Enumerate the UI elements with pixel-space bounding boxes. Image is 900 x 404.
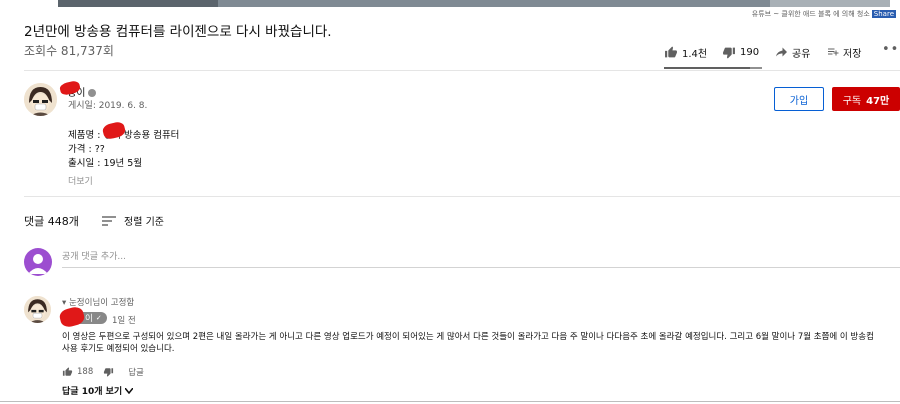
thumbs-up-icon bbox=[665, 46, 677, 57]
pinned-label: 눈정이님이 고정함 bbox=[68, 298, 135, 308]
watermark-share-badge: Share bbox=[871, 10, 896, 18]
channel-avatar-icon bbox=[24, 83, 57, 116]
user-silhouette-icon bbox=[28, 254, 48, 274]
like-count: 1.4천 bbox=[682, 48, 708, 60]
comment-text: 이 영상은 두편으로 구성되어 있으며 2편은 내일 올라가는 게 아니고 다른… bbox=[62, 332, 874, 354]
share-button[interactable]: 공유 bbox=[775, 44, 810, 60]
reply-button[interactable]: 답글 bbox=[128, 366, 144, 378]
divider bbox=[24, 70, 900, 71]
share-label: 공유 bbox=[792, 48, 811, 60]
thumbs-down-icon[interactable] bbox=[103, 367, 114, 377]
playlist-add-icon bbox=[828, 48, 839, 56]
comment-author-name: 이 bbox=[85, 314, 93, 324]
show-more-link[interactable]: 더보기 bbox=[68, 174, 93, 187]
view-replies-label: 답글 10개 보기 bbox=[62, 387, 123, 397]
subscribe-label: 구독 bbox=[842, 95, 862, 107]
thumbs-down-icon bbox=[723, 47, 735, 58]
pinned-indicator: ▾ 눈정이님이 고정함 bbox=[62, 296, 134, 308]
watermark-text: 유튜브 ~ 클위한 애드 블록 에 의해 청소 bbox=[751, 10, 870, 18]
description-line: 가격 : ?? bbox=[68, 144, 105, 155]
sort-icon bbox=[102, 215, 116, 226]
comment-like-count: 188 bbox=[77, 367, 94, 377]
view-count: 조회수 81,737회 bbox=[24, 44, 114, 58]
view-replies-button[interactable]: 답글 10개 보기 bbox=[62, 384, 134, 397]
verified-check-icon: ✓ bbox=[95, 314, 102, 322]
bottom-edge bbox=[0, 401, 900, 402]
sort-label: 정렬 기준 bbox=[124, 217, 164, 228]
share-arrow-icon bbox=[776, 47, 787, 57]
redaction-mark bbox=[58, 305, 86, 329]
user-avatar bbox=[24, 248, 52, 276]
comment-time[interactable]: 1일 전 bbox=[112, 314, 136, 326]
divider bbox=[24, 196, 900, 197]
join-button[interactable]: 가입 bbox=[774, 87, 824, 111]
comment-actions: 188 답글 bbox=[62, 366, 144, 378]
sort-comments-button[interactable]: 정렬 기준 bbox=[102, 213, 164, 228]
adblock-watermark: 유튜브 ~ 클위한 애드 블록 에 의해 청소 Share bbox=[752, 9, 896, 19]
description-line: 출시일 : 19년 5월 bbox=[68, 158, 143, 169]
video-player-bottom-edge[interactable] bbox=[58, 0, 890, 7]
dislike-count: 190 bbox=[740, 46, 760, 58]
subscriber-count: 47만 bbox=[866, 95, 890, 107]
like-button[interactable]: 1.4천 bbox=[664, 44, 707, 60]
video-title: 2년만에 방송용 컴퓨터를 라이젠으로 다시 바꿨습니다. bbox=[24, 24, 332, 40]
save-label: 저장 bbox=[843, 48, 862, 60]
chevron-down-icon bbox=[125, 387, 134, 394]
publish-date: 게시일: 2019. 6. 8. bbox=[68, 101, 148, 111]
subscribe-button[interactable]: 구독 47만 bbox=[832, 87, 900, 111]
sentiment-bar-fill bbox=[664, 67, 751, 69]
pin-icon: ▾ bbox=[62, 298, 67, 308]
commenter-avatar[interactable] bbox=[24, 296, 51, 323]
dislike-button[interactable]: 190 bbox=[722, 44, 759, 60]
save-button[interactable]: 저장 bbox=[826, 44, 861, 60]
comment-input-underline bbox=[62, 267, 900, 268]
thumbs-up-icon[interactable] bbox=[62, 367, 73, 377]
more-actions-button[interactable]: ••• bbox=[882, 42, 900, 57]
channel-avatar[interactable] bbox=[24, 83, 57, 116]
comments-count: 댓글 448개 bbox=[24, 215, 79, 228]
add-comment-input[interactable]: 공개 댓글 추가... bbox=[62, 249, 126, 262]
verified-check-icon bbox=[88, 89, 97, 97]
commenter-avatar-icon bbox=[24, 296, 51, 323]
